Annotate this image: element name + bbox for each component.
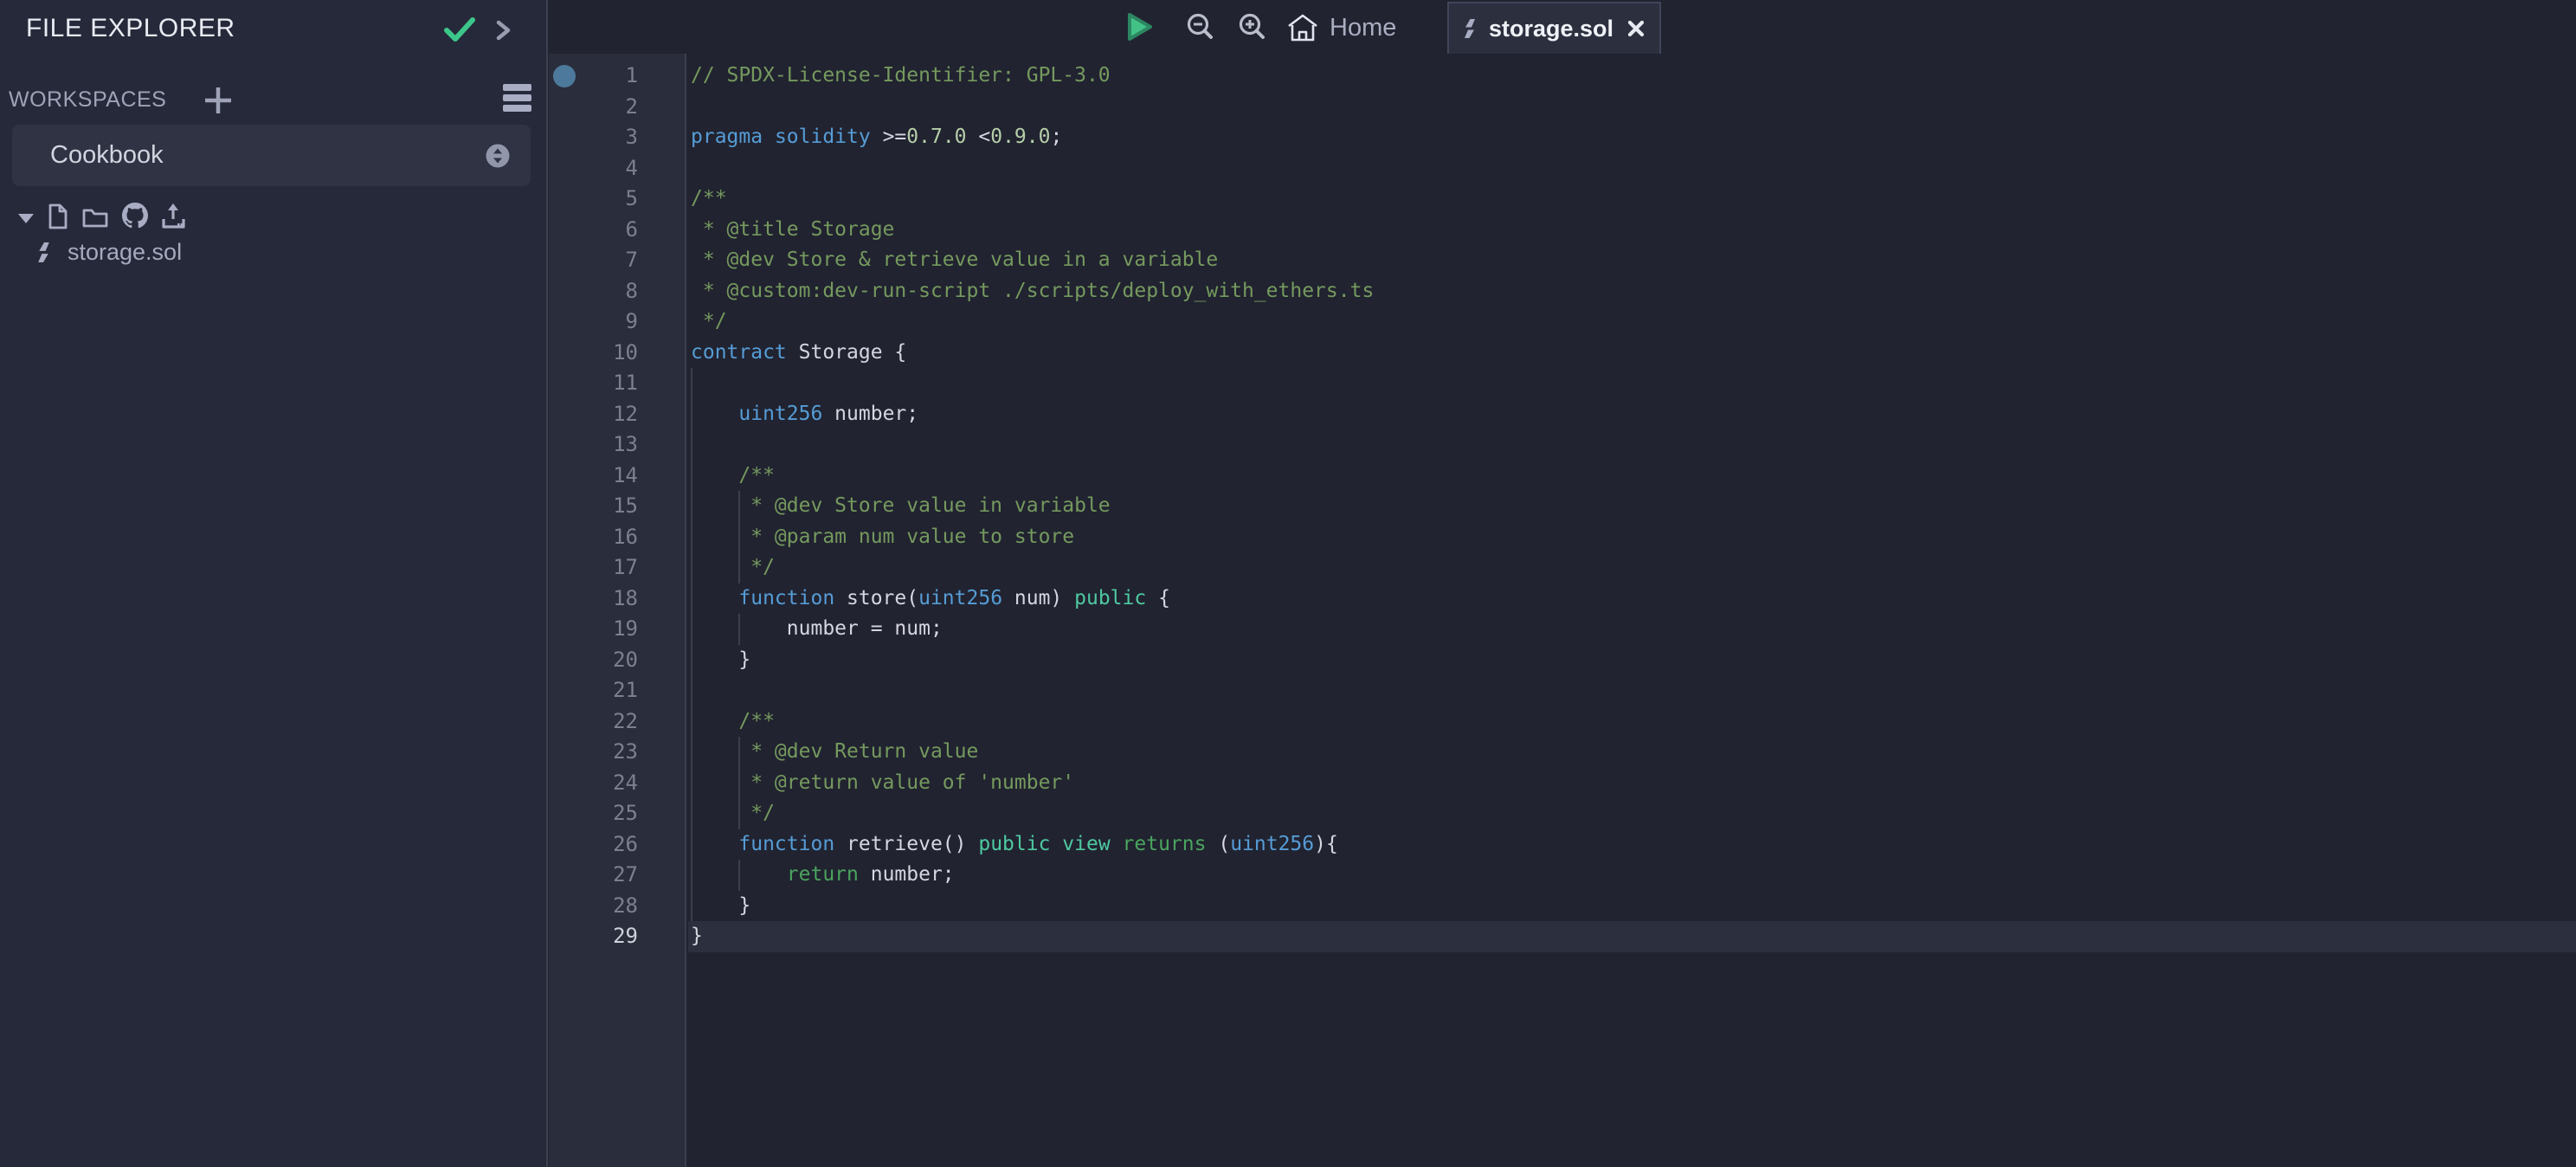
line-number[interactable]: 15 (549, 491, 638, 522)
code-line: * @return value of 'number' (691, 768, 1374, 799)
tab-storage-sol[interactable]: storage.sol (1447, 2, 1661, 54)
file-toolbar (0, 201, 548, 235)
code-line: return number; (691, 860, 1374, 891)
code-line: // SPDX-License-Identifier: GPL-3.0 (691, 61, 1374, 92)
code-line: * @dev Store value in variable (691, 491, 1374, 522)
code-line: uint256 number; (691, 399, 1374, 430)
line-number[interactable]: 10 (549, 338, 638, 369)
line-number[interactable]: 14 (549, 461, 638, 492)
line-number[interactable]: 18 (549, 584, 638, 615)
code-line: /** (691, 706, 1374, 738)
code-line: pragma solidity >=0.7.0 <0.9.0; (691, 122, 1374, 153)
code-line: contract Storage { (691, 338, 1374, 369)
solidity-icon (35, 242, 53, 262)
line-number[interactable]: 9 (549, 306, 638, 338)
close-icon[interactable] (1626, 18, 1646, 39)
code-line: } (691, 921, 1374, 952)
line-number[interactable]: 12 (549, 399, 638, 430)
workspaces-label: WORKSPACES (9, 87, 166, 113)
line-number[interactable]: 20 (549, 645, 638, 676)
new-file-icon[interactable] (48, 203, 68, 229)
line-number[interactable]: 1 (549, 61, 638, 92)
line-number[interactable]: 28 (549, 891, 638, 922)
tab-home[interactable]: Home (1286, 7, 1396, 48)
code-line: * @title Storage (691, 215, 1374, 246)
line-number[interactable]: 19 (549, 614, 638, 645)
code-line: } (691, 891, 1374, 922)
sort-updown-icon[interactable] (486, 144, 510, 168)
add-workspace-button[interactable] (203, 85, 234, 116)
new-folder-icon[interactable] (82, 207, 108, 228)
code-line (691, 92, 1374, 123)
panel-title: FILE EXPLORER (26, 14, 235, 43)
workspace-selected-value: Cookbook (50, 125, 164, 186)
line-number[interactable]: 3 (549, 122, 638, 153)
code-line (691, 368, 1374, 399)
line-number[interactable]: 6 (549, 215, 638, 246)
active-tab-label: storage.sol (1489, 16, 1613, 42)
line-number[interactable]: 8 (549, 276, 638, 307)
zoom-out-icon[interactable] (1184, 11, 1217, 44)
code-line: * @param num value to store (691, 522, 1374, 553)
code-line: * @custom:dev-run-script ./scripts/deplo… (691, 276, 1374, 307)
indent-guide (691, 368, 692, 921)
line-number[interactable]: 21 (549, 675, 638, 706)
indent-guide (738, 860, 740, 891)
line-number[interactable]: 26 (549, 829, 638, 861)
line-number[interactable]: 17 (549, 552, 638, 584)
code-line: function store(uint256 num) public { (691, 584, 1374, 615)
upload-icon[interactable] (161, 203, 186, 229)
line-number[interactable]: 27 (549, 860, 638, 891)
caret-down-icon[interactable] (17, 213, 35, 224)
line-number[interactable]: 11 (549, 368, 638, 399)
code-line (691, 675, 1374, 706)
code-line (691, 153, 1374, 184)
file-name-label: storage.sol (68, 239, 182, 266)
line-number[interactable]: 7 (549, 245, 638, 276)
chevron-right-icon[interactable] (493, 19, 514, 42)
line-number[interactable]: 24 (549, 768, 638, 799)
github-icon[interactable] (122, 203, 148, 229)
check-icon-svg (443, 16, 476, 43)
code-line: */ (691, 306, 1374, 338)
plus-icon (203, 85, 234, 116)
code-line: /** (691, 461, 1374, 492)
zoom-in-icon[interactable] (1236, 11, 1269, 44)
code-line: */ (691, 798, 1374, 829)
code-area[interactable]: // SPDX-License-Identifier: GPL-3.0 prag… (691, 61, 1374, 952)
indent-guide (738, 737, 740, 829)
hamburger-menu-icon[interactable] (502, 84, 532, 112)
code-line: /** (691, 184, 1374, 215)
code-line: */ (691, 552, 1374, 584)
line-number[interactable]: 2 (549, 92, 638, 123)
solidity-icon (1461, 19, 1478, 38)
code-line: } (691, 645, 1374, 676)
workspace-select[interactable]: Cookbook (12, 125, 531, 186)
code-line: function retrieve() public view returns … (691, 829, 1374, 861)
line-number[interactable]: 23 (549, 737, 638, 768)
line-number[interactable]: 5 (549, 184, 638, 215)
line-number[interactable]: 4 (549, 153, 638, 184)
line-number[interactable]: 22 (549, 706, 638, 738)
indent-guide (738, 491, 740, 584)
code-line: * @dev Return value (691, 737, 1374, 768)
line-number[interactable]: 29 (549, 921, 638, 952)
check-icon[interactable] (443, 16, 476, 43)
code-line (691, 429, 1374, 461)
line-numbers[interactable]: 1234567891011121314151617181920212223242… (549, 61, 638, 952)
line-number[interactable]: 16 (549, 522, 638, 553)
code-line: * @dev Store & retrieve value in a varia… (691, 245, 1374, 276)
home-tab-label: Home (1330, 14, 1396, 42)
home-icon (1286, 13, 1319, 42)
file-explorer-panel: FILE EXPLORER WORKSPACES Cookbook (0, 0, 548, 1167)
editor-toolbar: Home storage.sol (549, 0, 2576, 54)
code-line: number = num; (691, 614, 1374, 645)
file-item-storage-sol[interactable]: storage.sol (0, 235, 548, 268)
run-script-icon[interactable] (1124, 10, 1156, 43)
line-number[interactable]: 25 (549, 798, 638, 829)
indent-guide (738, 614, 740, 645)
line-number[interactable]: 13 (549, 429, 638, 461)
